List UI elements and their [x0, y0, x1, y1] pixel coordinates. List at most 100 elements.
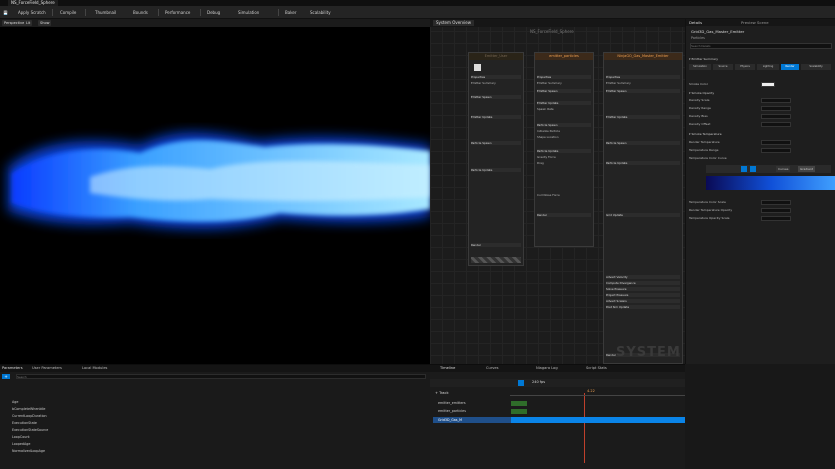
curve-tool-icon[interactable]	[750, 166, 756, 172]
curve-tool-icon[interactable]	[741, 166, 747, 172]
node-row[interactable]: Project Pressure	[606, 293, 680, 297]
node-row[interactable]: Particle Spawn	[537, 123, 591, 127]
fps-select[interactable]: 240 fps	[532, 380, 545, 384]
node-row[interactable]: Properties	[537, 75, 591, 79]
gradient-button[interactable]: Gradient	[798, 166, 816, 172]
filter-simulation[interactable]: Simulation	[689, 64, 711, 70]
param-row[interactable]: bCompleteWhenIdle	[0, 406, 430, 413]
compile-button[interactable]: Compile	[60, 9, 76, 16]
node-row[interactable]: Curl Noise Force	[537, 193, 591, 197]
temperature-gradient-preview[interactable]	[706, 176, 835, 190]
node-row[interactable]: Properties	[471, 75, 521, 79]
emitter-node-particles[interactable]: emitter_particles Properties Emitter Sum…	[534, 52, 594, 247]
node-row[interactable]: Particle Update	[471, 168, 521, 172]
curves-button[interactable]: Curves	[776, 166, 791, 172]
node-row[interactable]: Compute Divergence	[606, 281, 680, 285]
emitter-node-gas-master[interactable]: NinjaGO_Gas_Master_Emitter Properties Em…	[603, 52, 683, 364]
system-overview-graph[interactable]: System Overview NS_ForceField_Sphere Emi…	[430, 19, 685, 364]
track-bar[interactable]	[511, 409, 527, 414]
param-row[interactable]: LoopCount	[0, 434, 430, 441]
filter-scalability[interactable]: Scalability	[801, 64, 831, 70]
niagara-log-tab[interactable]: Niagara Log	[536, 366, 558, 370]
section-smoke-opacity[interactable]: ▾ Smoke Opacity	[689, 90, 832, 96]
param-row[interactable]: Age	[0, 399, 430, 406]
preview-viewport[interactable]: Perspective Lit Show	[0, 19, 430, 364]
param-row[interactable]: ExecutionStateSource	[0, 427, 430, 434]
value-field[interactable]	[761, 139, 791, 145]
node-row[interactable]: Emitter Summary	[471, 81, 521, 85]
local-modules-tab[interactable]: Local Modules	[82, 366, 107, 370]
node-row[interactable]: Emitter Spawn	[471, 95, 521, 99]
preview-scene-tab[interactable]: Preview Scene	[741, 20, 769, 25]
filter-render[interactable]: Render	[781, 64, 799, 70]
node-row[interactable]: Properties	[606, 75, 680, 79]
param-row[interactable]: LoopedAge	[0, 441, 430, 448]
script-stats-tab[interactable]: Script Stats	[586, 366, 607, 370]
thumbnail-button[interactable]: Thumbnail	[95, 9, 116, 16]
node-row[interactable]: Advect Velocity	[606, 275, 680, 279]
node-row[interactable]: Particle Update	[537, 149, 591, 153]
details-tab[interactable]: Details	[689, 20, 702, 25]
value-field[interactable]	[761, 147, 791, 153]
section-smoke-temperature[interactable]: ▾ Smoke Temperature	[689, 131, 832, 137]
node-row[interactable]: Render	[471, 243, 521, 247]
node-row[interactable]: Emitter Summary	[537, 81, 591, 85]
baker-button[interactable]: Baker	[285, 9, 296, 16]
play-icon[interactable]	[518, 380, 524, 386]
curves-tab[interactable]: Curves	[486, 366, 498, 370]
playhead[interactable]	[584, 393, 585, 463]
filter-lighting[interactable]: Lighting	[757, 64, 779, 70]
node-row[interactable]: Post Sim Update	[606, 305, 680, 309]
apply-scratch-button[interactable]: Apply Scratch	[18, 9, 46, 16]
system-overview-tab[interactable]: System Overview	[433, 20, 475, 26]
node-row[interactable]: Emitter Update	[537, 101, 591, 105]
param-row[interactable]: NormalizedLoopAge	[0, 448, 430, 455]
debug-button[interactable]: Debug	[207, 9, 220, 16]
parameters-tab[interactable]: Parameters	[2, 366, 23, 370]
params-search-input[interactable]	[16, 374, 426, 379]
node-row[interactable]: Solve Pressure	[606, 287, 680, 291]
param-row[interactable]: ExecutionState	[0, 420, 430, 427]
value-field[interactable]	[761, 113, 791, 119]
node-row[interactable]: Render	[537, 213, 591, 217]
node-row[interactable]: Emitter Update	[471, 115, 521, 119]
save-button[interactable]: 💾	[3, 9, 8, 16]
node-row[interactable]: Particle Spawn	[471, 141, 521, 145]
node-row[interactable]: Emitter Spawn	[537, 89, 591, 93]
color-swatch[interactable]	[761, 81, 775, 87]
simulation-button[interactable]: Simulation	[238, 9, 259, 16]
node-row[interactable]: Spawn Rate	[537, 107, 591, 111]
value-field[interactable]	[761, 97, 791, 103]
perspective-button[interactable]: Perspective	[2, 20, 27, 26]
node-row[interactable]: Particle Update	[606, 161, 680, 165]
node-row[interactable]: Advect Scalars	[606, 299, 680, 303]
value-field[interactable]	[761, 207, 791, 213]
track-row[interactable]: emitter_particles	[438, 409, 466, 413]
value-field[interactable]	[761, 121, 791, 127]
details-search-input[interactable]	[690, 43, 832, 49]
bounds-button[interactable]: Bounds	[133, 9, 148, 16]
param-row[interactable]: CurrentLoopDuration	[0, 413, 430, 420]
node-row[interactable]: Drag	[537, 161, 591, 165]
value-field[interactable]	[761, 199, 791, 205]
filter-physics[interactable]: Physics	[735, 64, 755, 70]
timeline-tab[interactable]: Timeline	[440, 366, 455, 370]
track-bar[interactable]	[511, 401, 527, 406]
user-parameters-tab[interactable]: User Parameters	[32, 366, 62, 370]
add-parameter-button[interactable]: +	[2, 374, 10, 379]
emitter-node-user[interactable]: Emitter_User Properties Emitter Summary …	[468, 52, 524, 266]
value-field[interactable]	[761, 215, 791, 221]
node-row[interactable]: Gravity Force	[537, 155, 591, 159]
node-row[interactable]: Grid Update	[606, 213, 680, 217]
filter-source[interactable]: Source	[713, 64, 733, 70]
performance-button[interactable]: Performance	[165, 9, 190, 16]
value-field[interactable]	[761, 105, 791, 111]
node-row[interactable]: Shape Location	[537, 135, 591, 139]
scalability-button[interactable]: Scalability	[310, 9, 331, 16]
show-button[interactable]: Show	[38, 20, 52, 26]
node-row[interactable]: Emitter Summary	[606, 81, 680, 85]
lit-button[interactable]: Lit	[24, 20, 33, 26]
track-row[interactable]: emitter_emitters	[438, 401, 466, 405]
node-row[interactable]: Emitter Update	[606, 115, 680, 119]
track-header[interactable]: + Track	[435, 391, 449, 395]
